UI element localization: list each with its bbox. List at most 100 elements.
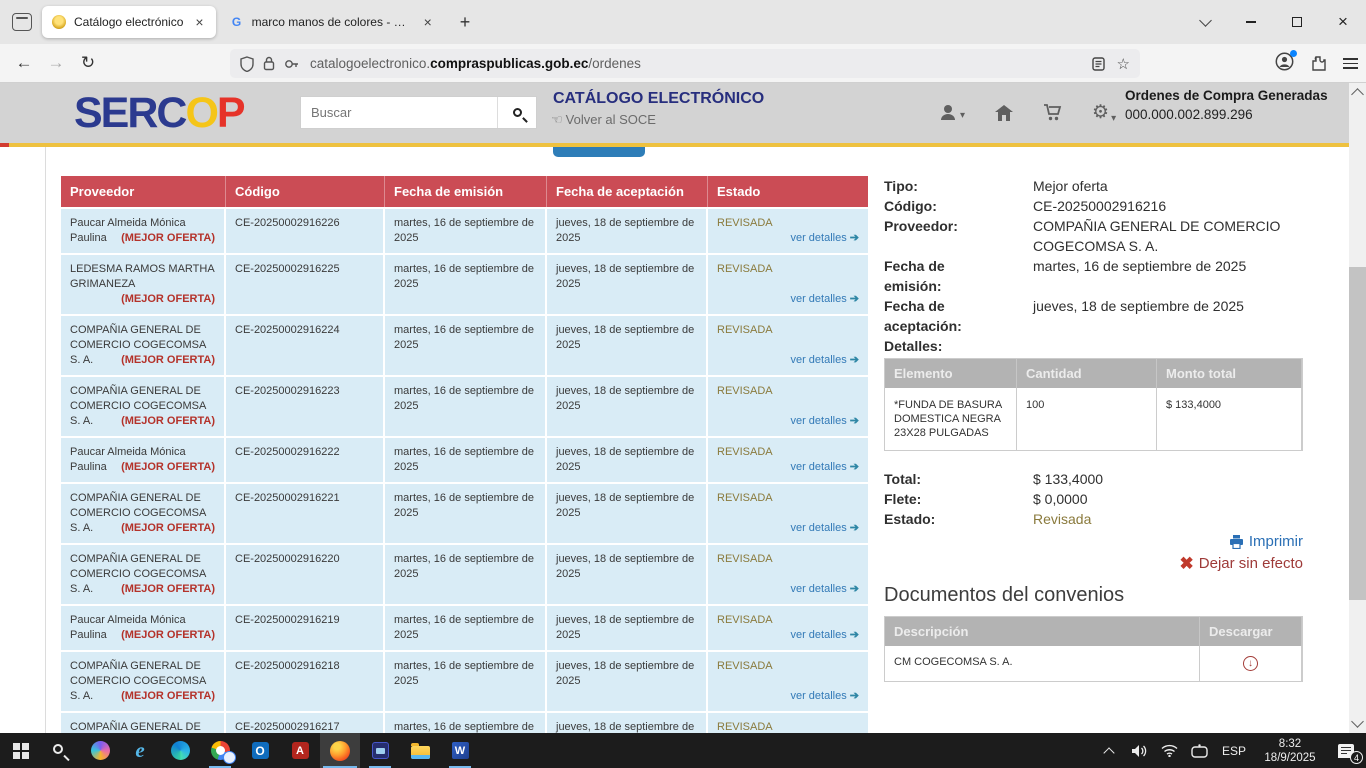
taskbar-copilot-icon[interactable] bbox=[80, 733, 120, 768]
reload-button[interactable]: ↻ bbox=[72, 53, 104, 73]
google-favicon: G bbox=[230, 15, 244, 29]
view-details-link[interactable]: ver detalles ➔ bbox=[790, 689, 859, 704]
document-row: CM COGECOMSA S. A.↓ bbox=[885, 646, 1302, 681]
view-details-link[interactable]: ver detalles ➔ bbox=[790, 414, 859, 429]
account-notification-dot bbox=[1290, 50, 1297, 57]
taskbar-file-explorer-icon[interactable] bbox=[400, 733, 440, 768]
taskbar-start-icon[interactable] bbox=[0, 733, 40, 768]
view-details-link[interactable]: ver detalles ➔ bbox=[790, 460, 859, 475]
reader-mode-icon[interactable] bbox=[1092, 57, 1105, 71]
view-details-link[interactable]: ver detalles ➔ bbox=[790, 521, 859, 536]
user-menu-button[interactable]: ▾ bbox=[940, 104, 965, 121]
search-button[interactable] bbox=[497, 97, 536, 128]
order-code-cell: CE-20250002916221 bbox=[226, 484, 385, 543]
download-icon[interactable]: ↓ bbox=[1243, 656, 1258, 671]
key-permissions-icon[interactable] bbox=[284, 58, 300, 70]
taskbar-search-icon[interactable] bbox=[40, 733, 80, 768]
taskbar-word-icon[interactable]: W bbox=[440, 733, 480, 768]
status-cell: REVISADAver detalles ➔ bbox=[708, 484, 868, 543]
field-label: Proveedor: bbox=[884, 216, 984, 256]
volume-icon[interactable] bbox=[1124, 733, 1154, 768]
taskbar-firefox-icon[interactable] bbox=[320, 733, 360, 768]
status-badge: REVISADA bbox=[717, 323, 859, 338]
detail-field-row: Código:CE-20250002916216 bbox=[884, 196, 1303, 216]
menu-hamburger-icon[interactable] bbox=[1343, 58, 1358, 69]
view-details-link[interactable]: ver detalles ➔ bbox=[790, 231, 859, 246]
view-details-link[interactable]: ver detalles ➔ bbox=[790, 353, 859, 368]
window-minimize-button[interactable] bbox=[1228, 0, 1274, 44]
column-header: Fecha de emisión bbox=[385, 176, 547, 207]
url-bar[interactable]: catalogoelectronico.compraspublicas.gob.… bbox=[230, 49, 1140, 78]
account-icon[interactable] bbox=[1275, 52, 1294, 76]
action-center-button[interactable]: 4 bbox=[1326, 733, 1366, 768]
taskbar-internet-explorer-icon[interactable]: e bbox=[120, 733, 160, 768]
taskbar-outlook-icon[interactable]: O bbox=[240, 733, 280, 768]
language-indicator[interactable]: ESP bbox=[1214, 744, 1254, 758]
status-badge: REVISADA bbox=[717, 262, 859, 277]
table-row: COMPAÑIA GENERAL DE COMERCIO COGECOMSA S… bbox=[61, 543, 868, 604]
site-header: SERCOP CATÁLOGO ELECTRÓNICO ☜Volver al S… bbox=[0, 83, 1349, 143]
back-button[interactable]: ← bbox=[8, 53, 40, 73]
settings-menu-button[interactable]: ⚙ ▾ bbox=[1092, 101, 1116, 124]
new-tab-button[interactable]: + bbox=[448, 12, 483, 33]
scrollbar-thumb[interactable] bbox=[1349, 267, 1366, 600]
field-label: Fecha de emisión: bbox=[884, 256, 984, 296]
meet-now-icon[interactable] bbox=[1184, 733, 1214, 768]
provider-cell: COMPAÑIA GENERAL DE COMERCIO COGECOMSA S… bbox=[61, 316, 226, 375]
tab-google-search[interactable]: G marco manos de colores - Busca × bbox=[220, 6, 444, 38]
desktop: Catálogo electrónico × G marco manos de … bbox=[0, 0, 1366, 768]
taskbar-edge-icon[interactable] bbox=[160, 733, 200, 768]
provider-cell: Paucar Almeida Mónica Paulina (MEJOR OFE… bbox=[61, 209, 226, 253]
cart-button[interactable] bbox=[1043, 104, 1062, 121]
document-download-cell[interactable]: ↓ bbox=[1200, 646, 1302, 681]
provider-cell: LEDESMA RAMOS MARTHA GRIMANEZA (MEJOR OF… bbox=[61, 255, 226, 314]
tab-catalogo[interactable]: Catálogo electrónico × bbox=[42, 6, 216, 38]
sercop-logo[interactable]: SERCOP bbox=[74, 89, 244, 138]
window-close-button[interactable]: × bbox=[1320, 0, 1366, 44]
partial-button[interactable] bbox=[553, 147, 645, 157]
view-details-link[interactable]: ver detalles ➔ bbox=[790, 628, 859, 643]
home-button[interactable] bbox=[995, 105, 1013, 121]
tray-expand-chevron-icon[interactable] bbox=[1094, 733, 1124, 768]
table-row: COMPAÑIA GENERAL DE COMERCIO COGECOMSA S… bbox=[61, 375, 868, 436]
best-offer-label: (MEJOR OFERTA) bbox=[121, 460, 215, 475]
tab-close-icon[interactable]: × bbox=[422, 14, 434, 30]
bookmark-star-icon[interactable]: ☆ bbox=[1117, 55, 1130, 73]
items-table-header: ElementoCantidadMonto total bbox=[885, 359, 1302, 388]
issue-date-cell: martes, 16 de septiembre de 2025 bbox=[385, 713, 547, 733]
taskbar-acrobat-icon[interactable]: A bbox=[280, 733, 320, 768]
lock-icon[interactable] bbox=[263, 56, 275, 71]
taskbar-scan-app-icon[interactable] bbox=[360, 733, 400, 768]
view-details-link[interactable]: ver detalles ➔ bbox=[790, 292, 859, 307]
taskbar: e OA W ESP 8:32 18/9/2025 4 bbox=[0, 733, 1366, 768]
browser-toolbar: ← → ↻ catalogoelectronico.compraspublica… bbox=[0, 44, 1366, 83]
status-badge: REVISADA bbox=[717, 720, 859, 733]
forward-button[interactable]: → bbox=[40, 53, 72, 73]
tracking-shield-icon[interactable] bbox=[240, 56, 254, 72]
clock[interactable]: 8:32 18/9/2025 bbox=[1254, 737, 1326, 765]
scroll-up-arrow-icon[interactable] bbox=[1351, 88, 1364, 101]
extensions-puzzle-icon[interactable] bbox=[1310, 55, 1327, 72]
tab-title: Catálogo electrónico bbox=[74, 15, 183, 29]
search-icon bbox=[513, 108, 522, 117]
taskbar-chrome-icon[interactable] bbox=[200, 733, 240, 768]
view-details-link[interactable]: ver detalles ➔ bbox=[790, 582, 859, 597]
best-offer-label: (MEJOR OFERTA) bbox=[121, 414, 215, 429]
totals-block: Total:$ 133,4000Flete:$ 0,0000Estado:Rev… bbox=[884, 469, 1303, 529]
documents-table-header: DescripciónDescargar bbox=[885, 617, 1302, 646]
void-order-link[interactable]: ✖ Dejar sin efecto bbox=[1180, 555, 1303, 572]
wifi-icon[interactable] bbox=[1154, 733, 1184, 768]
tab-close-icon[interactable]: × bbox=[193, 14, 205, 30]
list-tabs-chevron-icon[interactable] bbox=[1199, 14, 1212, 27]
print-link[interactable]: Imprimir bbox=[1229, 533, 1303, 550]
page-scrollbar[interactable] bbox=[1349, 83, 1366, 733]
search-input[interactable] bbox=[301, 97, 497, 128]
scroll-down-arrow-icon[interactable] bbox=[1351, 715, 1364, 728]
left-divider bbox=[45, 147, 46, 733]
total-value: $ 133,4000 bbox=[1033, 469, 1303, 489]
volver-soce-link[interactable]: ☜Volver al SOCE bbox=[551, 112, 656, 128]
window-maximize-button[interactable] bbox=[1274, 0, 1320, 44]
gear-icon: ⚙ bbox=[1092, 101, 1109, 124]
column-header: Código bbox=[226, 176, 385, 207]
firefox-view-icon[interactable] bbox=[12, 13, 32, 31]
